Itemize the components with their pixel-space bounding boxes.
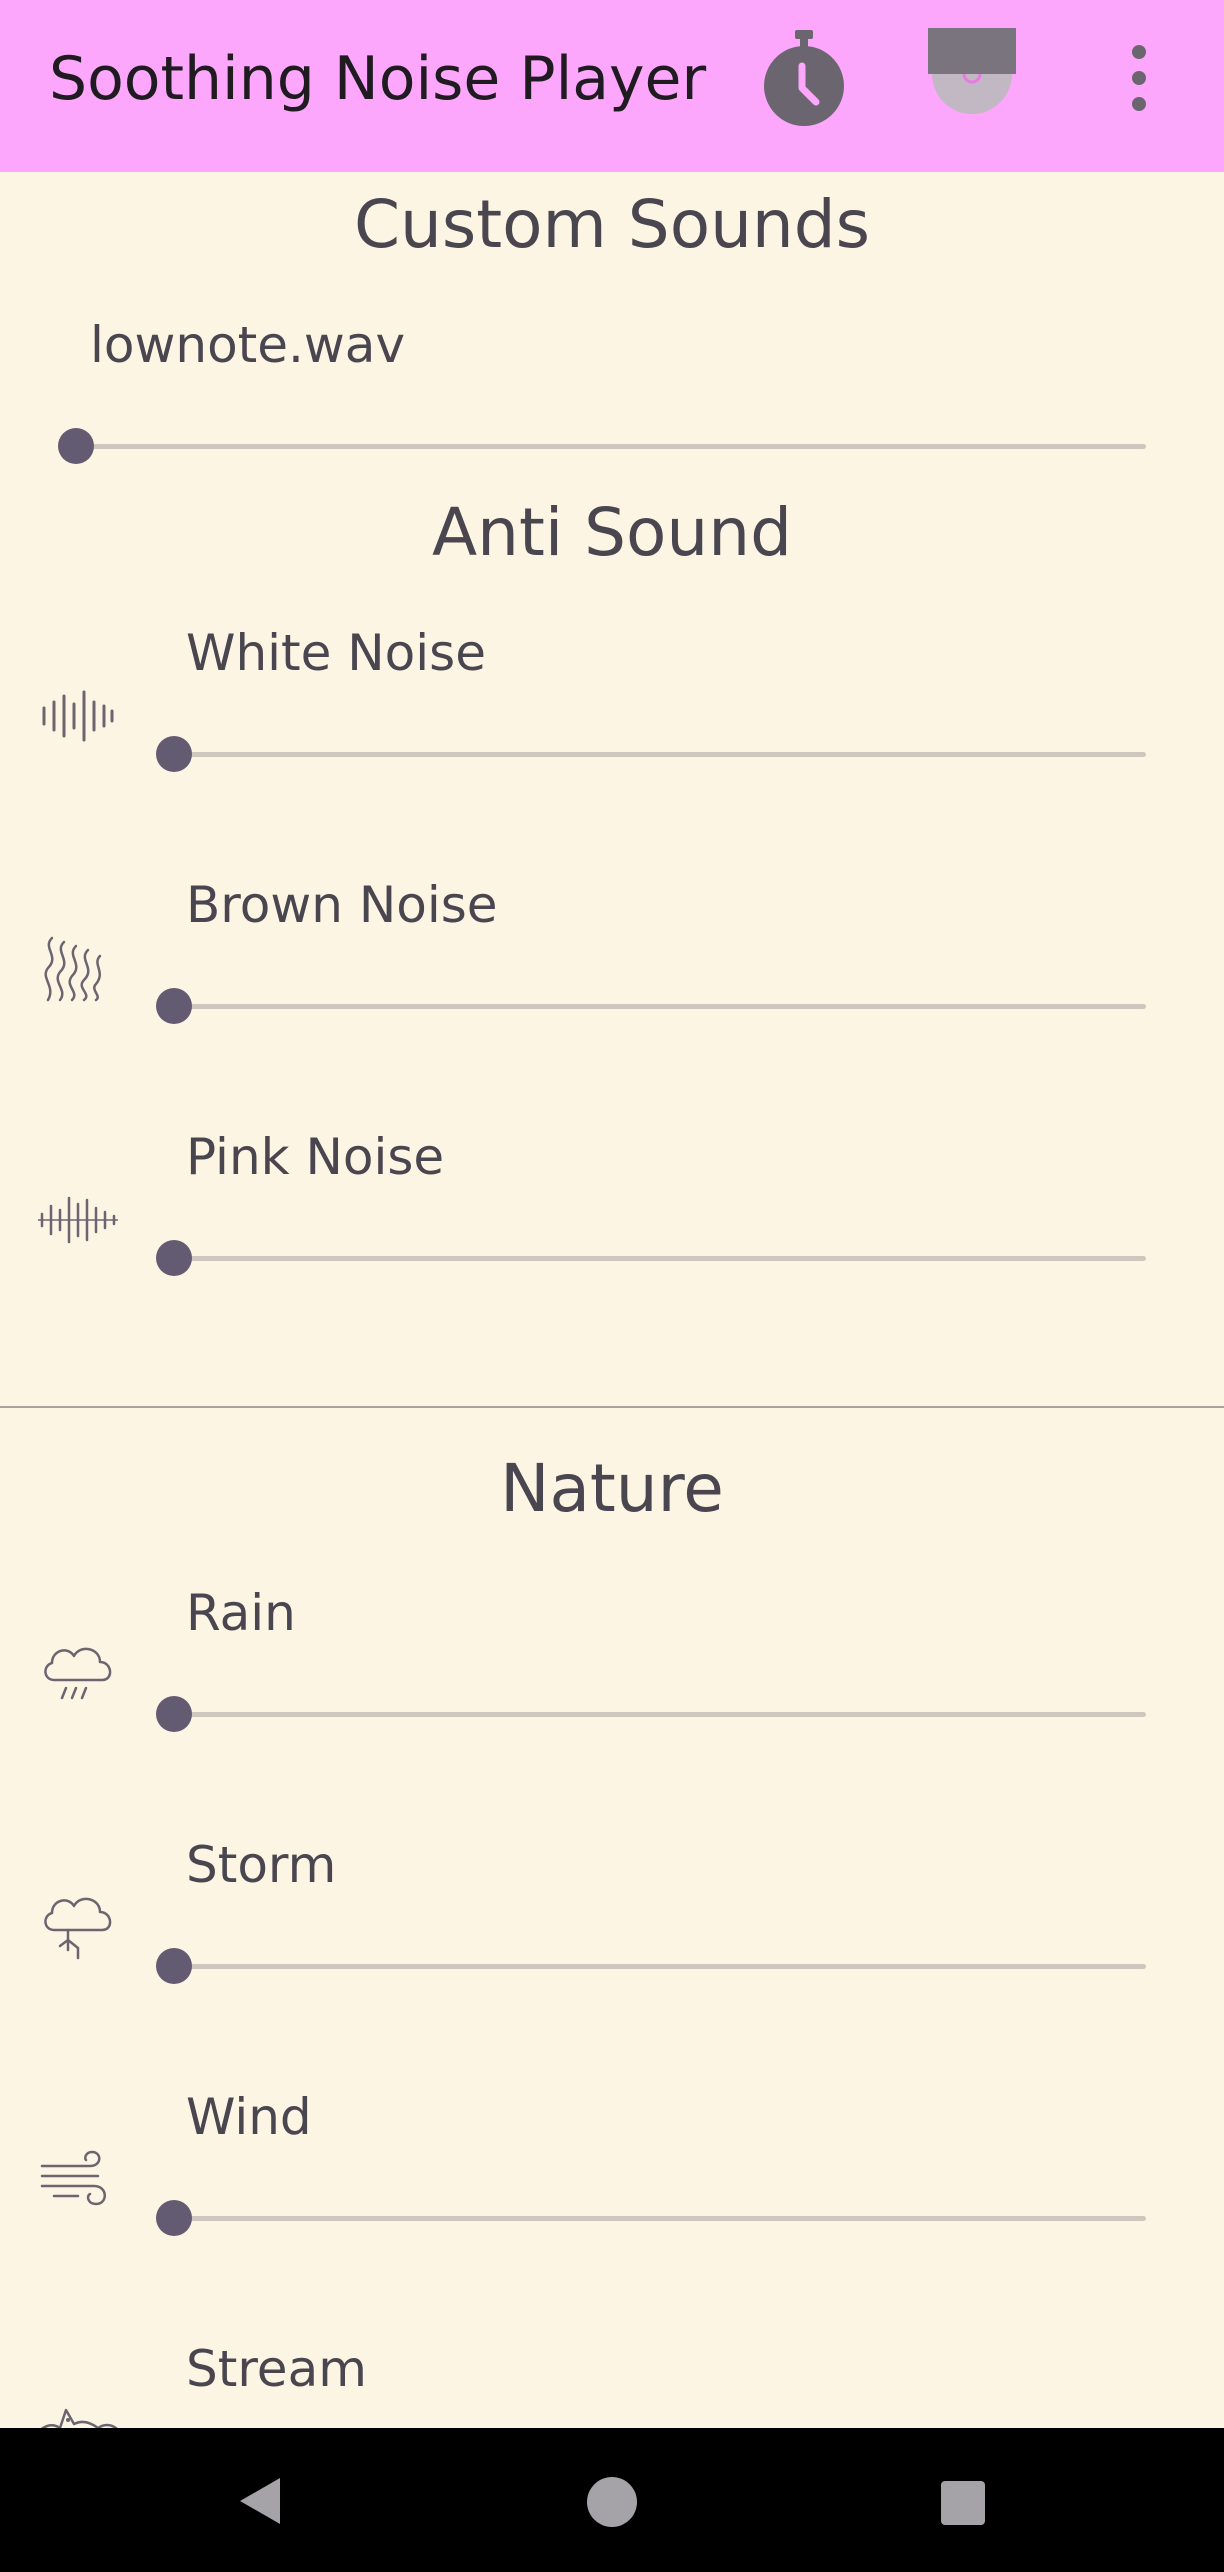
white-noise-label: White Noise (186, 624, 486, 682)
white-noise-volume-slider[interactable] (156, 734, 1146, 774)
wind-label: Wind (186, 2088, 312, 2146)
storm-cloud-icon (38, 1888, 118, 1968)
slider-track (156, 1964, 1146, 1969)
section-title-custom-sounds: Custom Sounds (353, 186, 871, 263)
slider-track (156, 1256, 1146, 1261)
slider-thumb[interactable] (156, 1696, 192, 1732)
rain-label: Rain (186, 1584, 296, 1642)
slider-track (156, 752, 1146, 757)
pink-noise-volume-slider[interactable] (156, 1238, 1146, 1278)
recents-icon[interactable] (940, 2480, 986, 2526)
more-vert-icon[interactable] (1126, 44, 1152, 112)
brown-noise-volume-slider[interactable] (156, 986, 1146, 1026)
rain-volume-slider[interactable] (156, 1694, 1146, 1734)
slider-track (156, 2216, 1146, 2221)
back-icon[interactable] (234, 2474, 284, 2528)
stream-label: Stream (186, 2340, 367, 2398)
home-icon[interactable] (586, 2476, 638, 2528)
stream-icon (38, 2390, 118, 2428)
slider-thumb[interactable] (156, 2200, 192, 2236)
white-noise-waveform-icon (38, 676, 118, 756)
storm-label: Storm (186, 1836, 337, 1894)
slider-thumb[interactable] (156, 1240, 192, 1276)
wind-volume-slider[interactable] (156, 2198, 1146, 2238)
section-title-anti-sound: Anti Sound (431, 494, 792, 571)
custom-sound-volume-slider[interactable] (58, 426, 1146, 466)
sound-list[interactable]: Custom Sounds lownote.wav Anti Sound Whi… (0, 172, 1224, 2428)
brown-noise-waves-icon (38, 928, 118, 1008)
rain-cloud-icon (38, 1636, 118, 1716)
slider-thumb[interactable] (156, 736, 192, 772)
wind-icon (38, 2140, 118, 2220)
slider-track (58, 444, 1146, 449)
cast-disc-icon[interactable] (928, 28, 1016, 118)
pink-noise-label: Pink Noise (186, 1128, 445, 1186)
pink-noise-waveform-icon (37, 1180, 119, 1260)
slider-thumb[interactable] (156, 988, 192, 1024)
slider-thumb[interactable] (156, 1948, 192, 1984)
app-bar: Soothing Noise Player (0, 0, 1224, 172)
stopwatch-icon[interactable] (758, 28, 850, 128)
slider-track (156, 1004, 1146, 1009)
section-title-nature: Nature (500, 1450, 724, 1527)
custom-sound-label: lownote.wav (90, 316, 406, 374)
storm-volume-slider[interactable] (156, 1946, 1146, 1986)
app-title: Soothing Noise Player (49, 44, 707, 114)
slider-thumb[interactable] (58, 428, 94, 464)
section-divider (0, 1406, 1224, 1408)
system-nav-bar (0, 2428, 1224, 2572)
brown-noise-label: Brown Noise (186, 876, 498, 934)
slider-track (156, 1712, 1146, 1717)
